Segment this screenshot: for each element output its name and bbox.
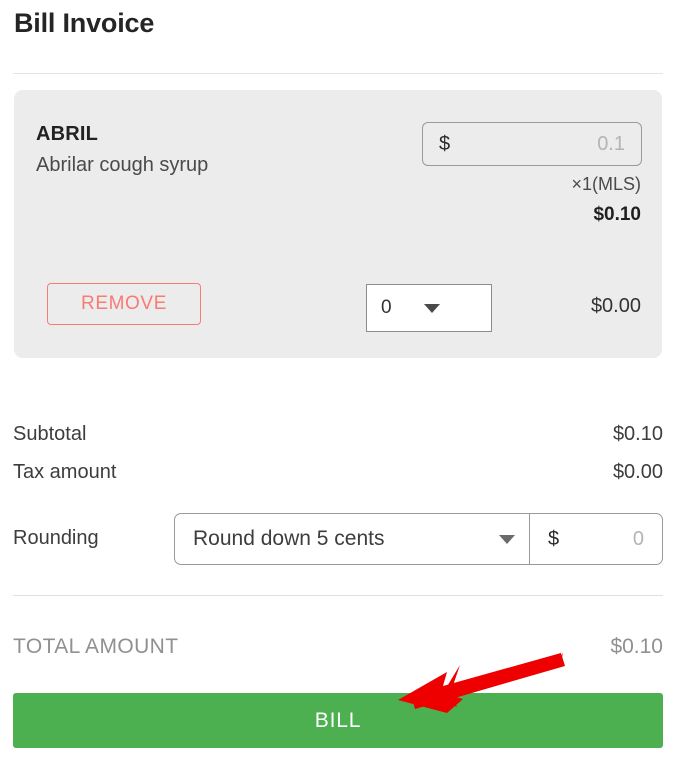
tax-value: $0.00 [612,461,663,483]
total-divider [13,595,663,596]
chevron-down-icon [423,303,440,313]
item-quantity-value: 0 [381,297,392,318]
rounding-label: Rounding [13,527,99,549]
tax-row: Tax amount $0.00 [13,458,663,496]
currency-symbol: $ [439,132,451,155]
rounding-amount-input[interactable]: $ 0 [530,514,662,564]
item-row-total: $0.00 [590,295,641,317]
rounding-mode-select[interactable]: Round down 5 cents [175,514,530,564]
subtotal-row: Subtotal $0.10 [13,420,663,458]
rounding-amount-value: 0 [632,527,644,550]
currency-symbol: $ [548,527,560,550]
tax-label: Tax amount [13,461,117,483]
item-line-total: $0.10 [593,204,641,225]
item-price-input[interactable]: $ 0.1 [422,122,642,166]
rounding-mode-value: Round down 5 cents [193,527,385,550]
item-quantity-unit: ×1(MLS) [571,174,641,194]
remove-item-button[interactable]: REMOVE [47,283,201,325]
grand-total-label: TOTAL AMOUNT [13,635,179,658]
header-divider [13,73,663,74]
subtotal-value: $0.10 [612,423,663,445]
item-quantity-select[interactable]: 0 [366,284,492,332]
invoice-item-card: ABRIL Abrilar cough syrup $ 0.1 ×1(MLS) … [14,90,662,358]
subtotal-label: Subtotal [13,423,87,445]
rounding-row: Rounding Round down 5 cents $ 0 [13,513,663,565]
chevron-down-icon [499,534,515,544]
bill-button[interactable]: BILL [13,693,663,748]
item-price-value: 0.1 [597,132,625,155]
rounding-control-group: Round down 5 cents $ 0 [174,513,663,565]
page-title: Bill Invoice [14,8,155,38]
grand-total-row: TOTAL AMOUNT $0.10 [13,635,663,665]
totals-section: Subtotal $0.10 Tax amount $0.00 [13,420,663,496]
grand-total-value: $0.10 [610,635,663,658]
item-description: Abrilar cough syrup [36,154,209,176]
item-name: ABRIL [36,123,99,145]
